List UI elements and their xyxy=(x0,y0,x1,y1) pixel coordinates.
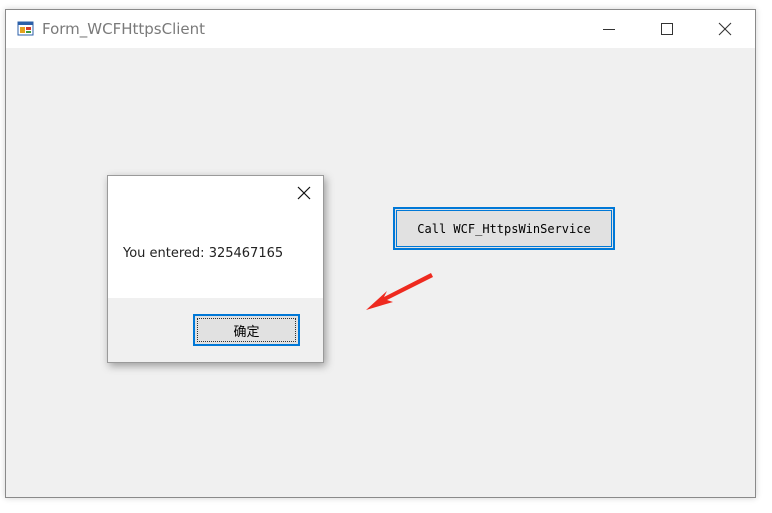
focus-rectangle xyxy=(197,318,296,342)
button-focus-border xyxy=(396,210,612,247)
close-icon xyxy=(297,186,311,200)
message-box-close-button[interactable] xyxy=(295,184,313,202)
ok-button[interactable]: 确定 xyxy=(193,314,300,346)
message-text: You entered: 325467165 xyxy=(123,246,284,261)
main-window: Form_WCFHttpsClient Call WCF_HttpsWinSer… xyxy=(5,9,756,498)
maximize-button[interactable] xyxy=(638,10,696,48)
app-icon xyxy=(17,20,35,38)
maximize-icon xyxy=(661,23,673,35)
title-bar[interactable]: Form_WCFHttpsClient xyxy=(6,10,755,48)
minimize-button[interactable] xyxy=(580,10,638,48)
window-title: Form_WCFHttpsClient xyxy=(42,20,206,38)
minimize-icon xyxy=(603,29,615,30)
close-icon xyxy=(718,22,732,36)
message-box-dialog: You entered: 325467165 确定 xyxy=(107,175,324,363)
message-box-footer: 确定 xyxy=(108,298,323,362)
close-button[interactable] xyxy=(696,10,754,48)
red-arrow-icon xyxy=(366,273,433,310)
call-service-button[interactable]: Call WCF_HttpsWinService xyxy=(393,207,615,250)
